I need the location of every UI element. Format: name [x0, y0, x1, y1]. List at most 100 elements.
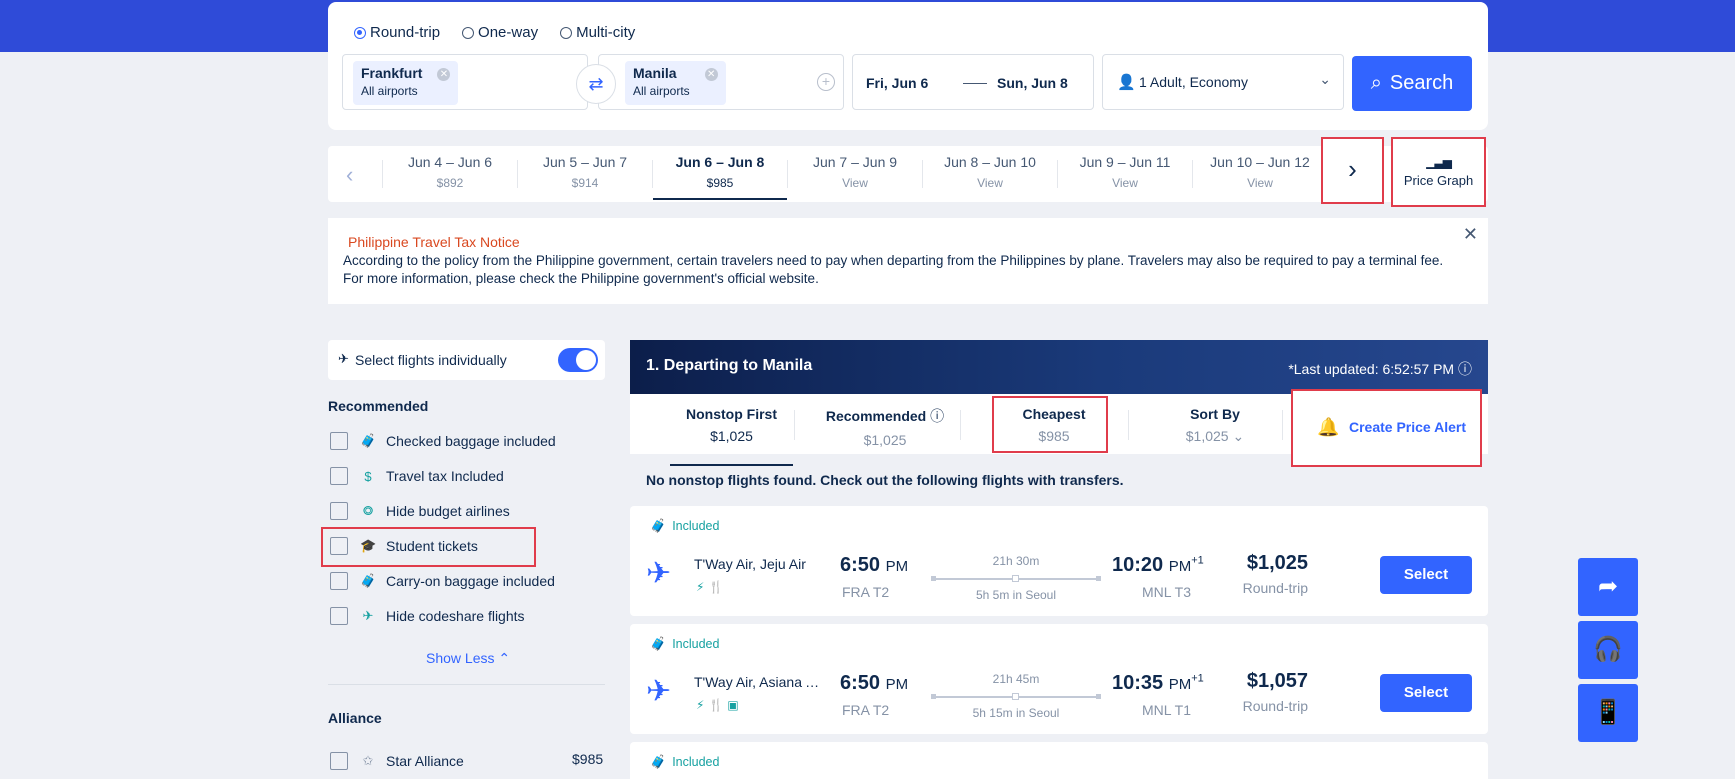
- info-icon[interactable]: ⓘ: [1458, 361, 1472, 377]
- checkbox[interactable]: [330, 752, 348, 770]
- clear-destination-icon[interactable]: ✕: [704, 68, 718, 81]
- baggage-icon: 🧳: [650, 636, 667, 651]
- date-option[interactable]: Jun 8 – Jun 10 View: [923, 154, 1057, 190]
- student-tickets-highlight: [321, 527, 536, 567]
- flight-card[interactable]: 🧳 Included ✈ T'Way Air, Asiana A... ⚡🍴▣ 6…: [630, 624, 1488, 734]
- departure-time: 6:50 PM: [840, 554, 909, 576]
- no-nonstop-message: No nonstop flights found. Check out the …: [646, 472, 1124, 488]
- checkbox[interactable]: [330, 607, 348, 625]
- baggage-icon: 🧳: [360, 433, 377, 448]
- flight-price: $1,057: [1246, 670, 1308, 692]
- divider: [328, 684, 605, 685]
- arrival-airport: MNL T1: [1142, 702, 1192, 718]
- sort-by-dropdown[interactable]: Sort By $1,025 ⌄: [1140, 406, 1290, 445]
- destination-chip: Manila All airports ✕: [625, 61, 726, 105]
- return-date: Sun, Jun 8: [997, 75, 1068, 91]
- power-icon: ⚡: [696, 698, 709, 712]
- sort-tab-recommended[interactable]: Recommended ⓘ $1,025: [810, 406, 960, 448]
- checkbox[interactable]: [330, 572, 348, 590]
- destination-airports: All airports: [633, 84, 690, 98]
- chevron-up-icon: ⌃: [494, 650, 511, 666]
- tax-icon: $: [364, 468, 372, 484]
- airline-name: T'Way Air, Asiana A...: [694, 674, 824, 690]
- destination-city: Manila: [633, 65, 677, 81]
- flight-price: $1,025: [1246, 552, 1308, 574]
- meal-icon: 🍴: [708, 698, 728, 712]
- checkbox[interactable]: [330, 432, 348, 450]
- arrival-airport: MNL T3: [1142, 584, 1192, 600]
- last-updated: *Last updated: 6:52:57 PM ⓘ: [1288, 361, 1472, 377]
- airline-logo-icon: ✈: [646, 675, 672, 708]
- select-individually-toggle[interactable]: [558, 348, 598, 372]
- date-option[interactable]: Jun 10 – Jun 12 View: [1193, 154, 1327, 190]
- filter-carry-on[interactable]: 🧳 Carry-on baggage included: [330, 570, 555, 592]
- person-icon: 👤: [1117, 74, 1136, 91]
- departure-airport: FRA T2: [842, 702, 890, 718]
- flight-duration: 21h 45m: [992, 672, 1040, 686]
- trip-type-one-way[interactable]: One-way: [462, 24, 538, 41]
- select-individually-row: ✈ Select flights individually: [328, 340, 605, 380]
- select-flight-button[interactable]: Select: [1380, 556, 1472, 594]
- price-type: Round-trip: [1242, 698, 1308, 714]
- date-option[interactable]: Jun 7 – Jun 9 View: [788, 154, 922, 190]
- notice-title: Philippine Travel Tax Notice: [348, 234, 520, 250]
- checkbox[interactable]: [330, 502, 348, 520]
- price-graph-button[interactable]: ▁▃▅ Price Graph: [1391, 137, 1486, 207]
- share-button[interactable]: ➦: [1578, 558, 1638, 616]
- date-option-selected[interactable]: Jun 6 – Jun 8 $985: [653, 154, 787, 200]
- chevron-down-icon: ⌄: [1232, 428, 1245, 444]
- route-line: [931, 693, 1101, 700]
- date-option[interactable]: Jun 5 – Jun 7 $914: [518, 154, 652, 190]
- power-icon: ⚡: [696, 580, 709, 594]
- included-badge: 🧳 Included: [650, 754, 720, 769]
- add-destination-icon[interactable]: +: [817, 73, 835, 91]
- meal-icon: 🍴: [708, 580, 728, 594]
- create-price-alert-button[interactable]: 🔔 Create Price Alert: [1291, 389, 1482, 467]
- recommended-filter-title: Recommended: [328, 398, 429, 414]
- filter-hide-codeshare[interactable]: ✈ Hide codeshare flights: [330, 605, 525, 627]
- departure-airport: FRA T2: [842, 584, 890, 600]
- results-title: 1. Departing to Manila: [646, 357, 813, 374]
- airline-name: T'Way Air, Jeju Air: [694, 556, 806, 572]
- prev-dates-icon[interactable]: ‹: [346, 162, 353, 188]
- destination-field[interactable]: Manila All airports ✕ +: [598, 54, 844, 110]
- trip-type-round-trip[interactable]: Round-trip: [354, 24, 440, 41]
- star-alliance-icon: ✩: [362, 753, 374, 768]
- date-option[interactable]: Jun 9 – Jun 11 View: [1058, 154, 1192, 190]
- passenger-class-field[interactable]: 👤 1 Adult, Economy ⌄: [1102, 54, 1344, 110]
- flight-duration: 21h 30m: [992, 554, 1040, 568]
- date-option[interactable]: Jun 4 – Jun 6 $892: [383, 154, 517, 190]
- departure-time: 6:50 PM: [840, 672, 909, 694]
- flight-card[interactable]: 🧳 Included ✈ T'Way Air, Jeju Air ⚡🍴 6:50 …: [630, 506, 1488, 616]
- clear-origin-icon[interactable]: ✕: [437, 68, 451, 81]
- plane-icon: ✈: [338, 351, 349, 366]
- sort-tab-nonstop-first[interactable]: Nonstop First $1,025: [670, 406, 793, 466]
- swap-cities-icon[interactable]: ⇄: [576, 64, 616, 104]
- customer-support-button[interactable]: 🎧: [1578, 621, 1638, 679]
- show-less-link[interactable]: Show Less ⌃: [426, 650, 510, 667]
- chevron-down-icon: ⌄: [1319, 71, 1331, 87]
- date-field[interactable]: Fri, Jun 6 Sun, Jun 8: [852, 54, 1094, 110]
- filter-checked-baggage[interactable]: 🧳 Checked baggage included: [330, 430, 556, 452]
- search-button[interactable]: ⌕ Search: [1352, 56, 1472, 111]
- radio-selected-icon: [354, 26, 366, 39]
- filter-travel-tax[interactable]: $ Travel tax Included: [330, 465, 504, 487]
- flight-card[interactable]: 🧳 Included: [630, 742, 1488, 779]
- trip-type-multi-city[interactable]: Multi-city: [560, 24, 635, 41]
- checkbox[interactable]: [330, 467, 348, 485]
- search-icon: ⌕: [1370, 72, 1382, 94]
- travel-tax-notice: Philippine Travel Tax Notice According t…: [328, 218, 1488, 304]
- origin-field[interactable]: Frankfurt All airports ✕: [342, 54, 588, 110]
- radio-icon: [462, 26, 475, 39]
- bar-chart-icon: ▁▃▅: [1426, 155, 1452, 169]
- chevron-right-icon: ›: [1348, 154, 1357, 184]
- amenities-icons: ⚡🍴: [696, 580, 727, 594]
- next-dates-button[interactable]: ›: [1321, 137, 1384, 204]
- notice-text: According to the policy from the Philipp…: [343, 253, 1444, 286]
- filter-hide-budget[interactable]: ⭗ Hide budget airlines: [330, 500, 510, 522]
- select-flight-button[interactable]: Select: [1380, 674, 1472, 712]
- close-icon[interactable]: ✕: [1463, 224, 1478, 245]
- mobile-app-button[interactable]: 📱: [1578, 684, 1638, 742]
- baggage-icon: 🧳: [650, 754, 667, 769]
- filter-star-alliance[interactable]: ✩ Star Alliance: [330, 750, 464, 772]
